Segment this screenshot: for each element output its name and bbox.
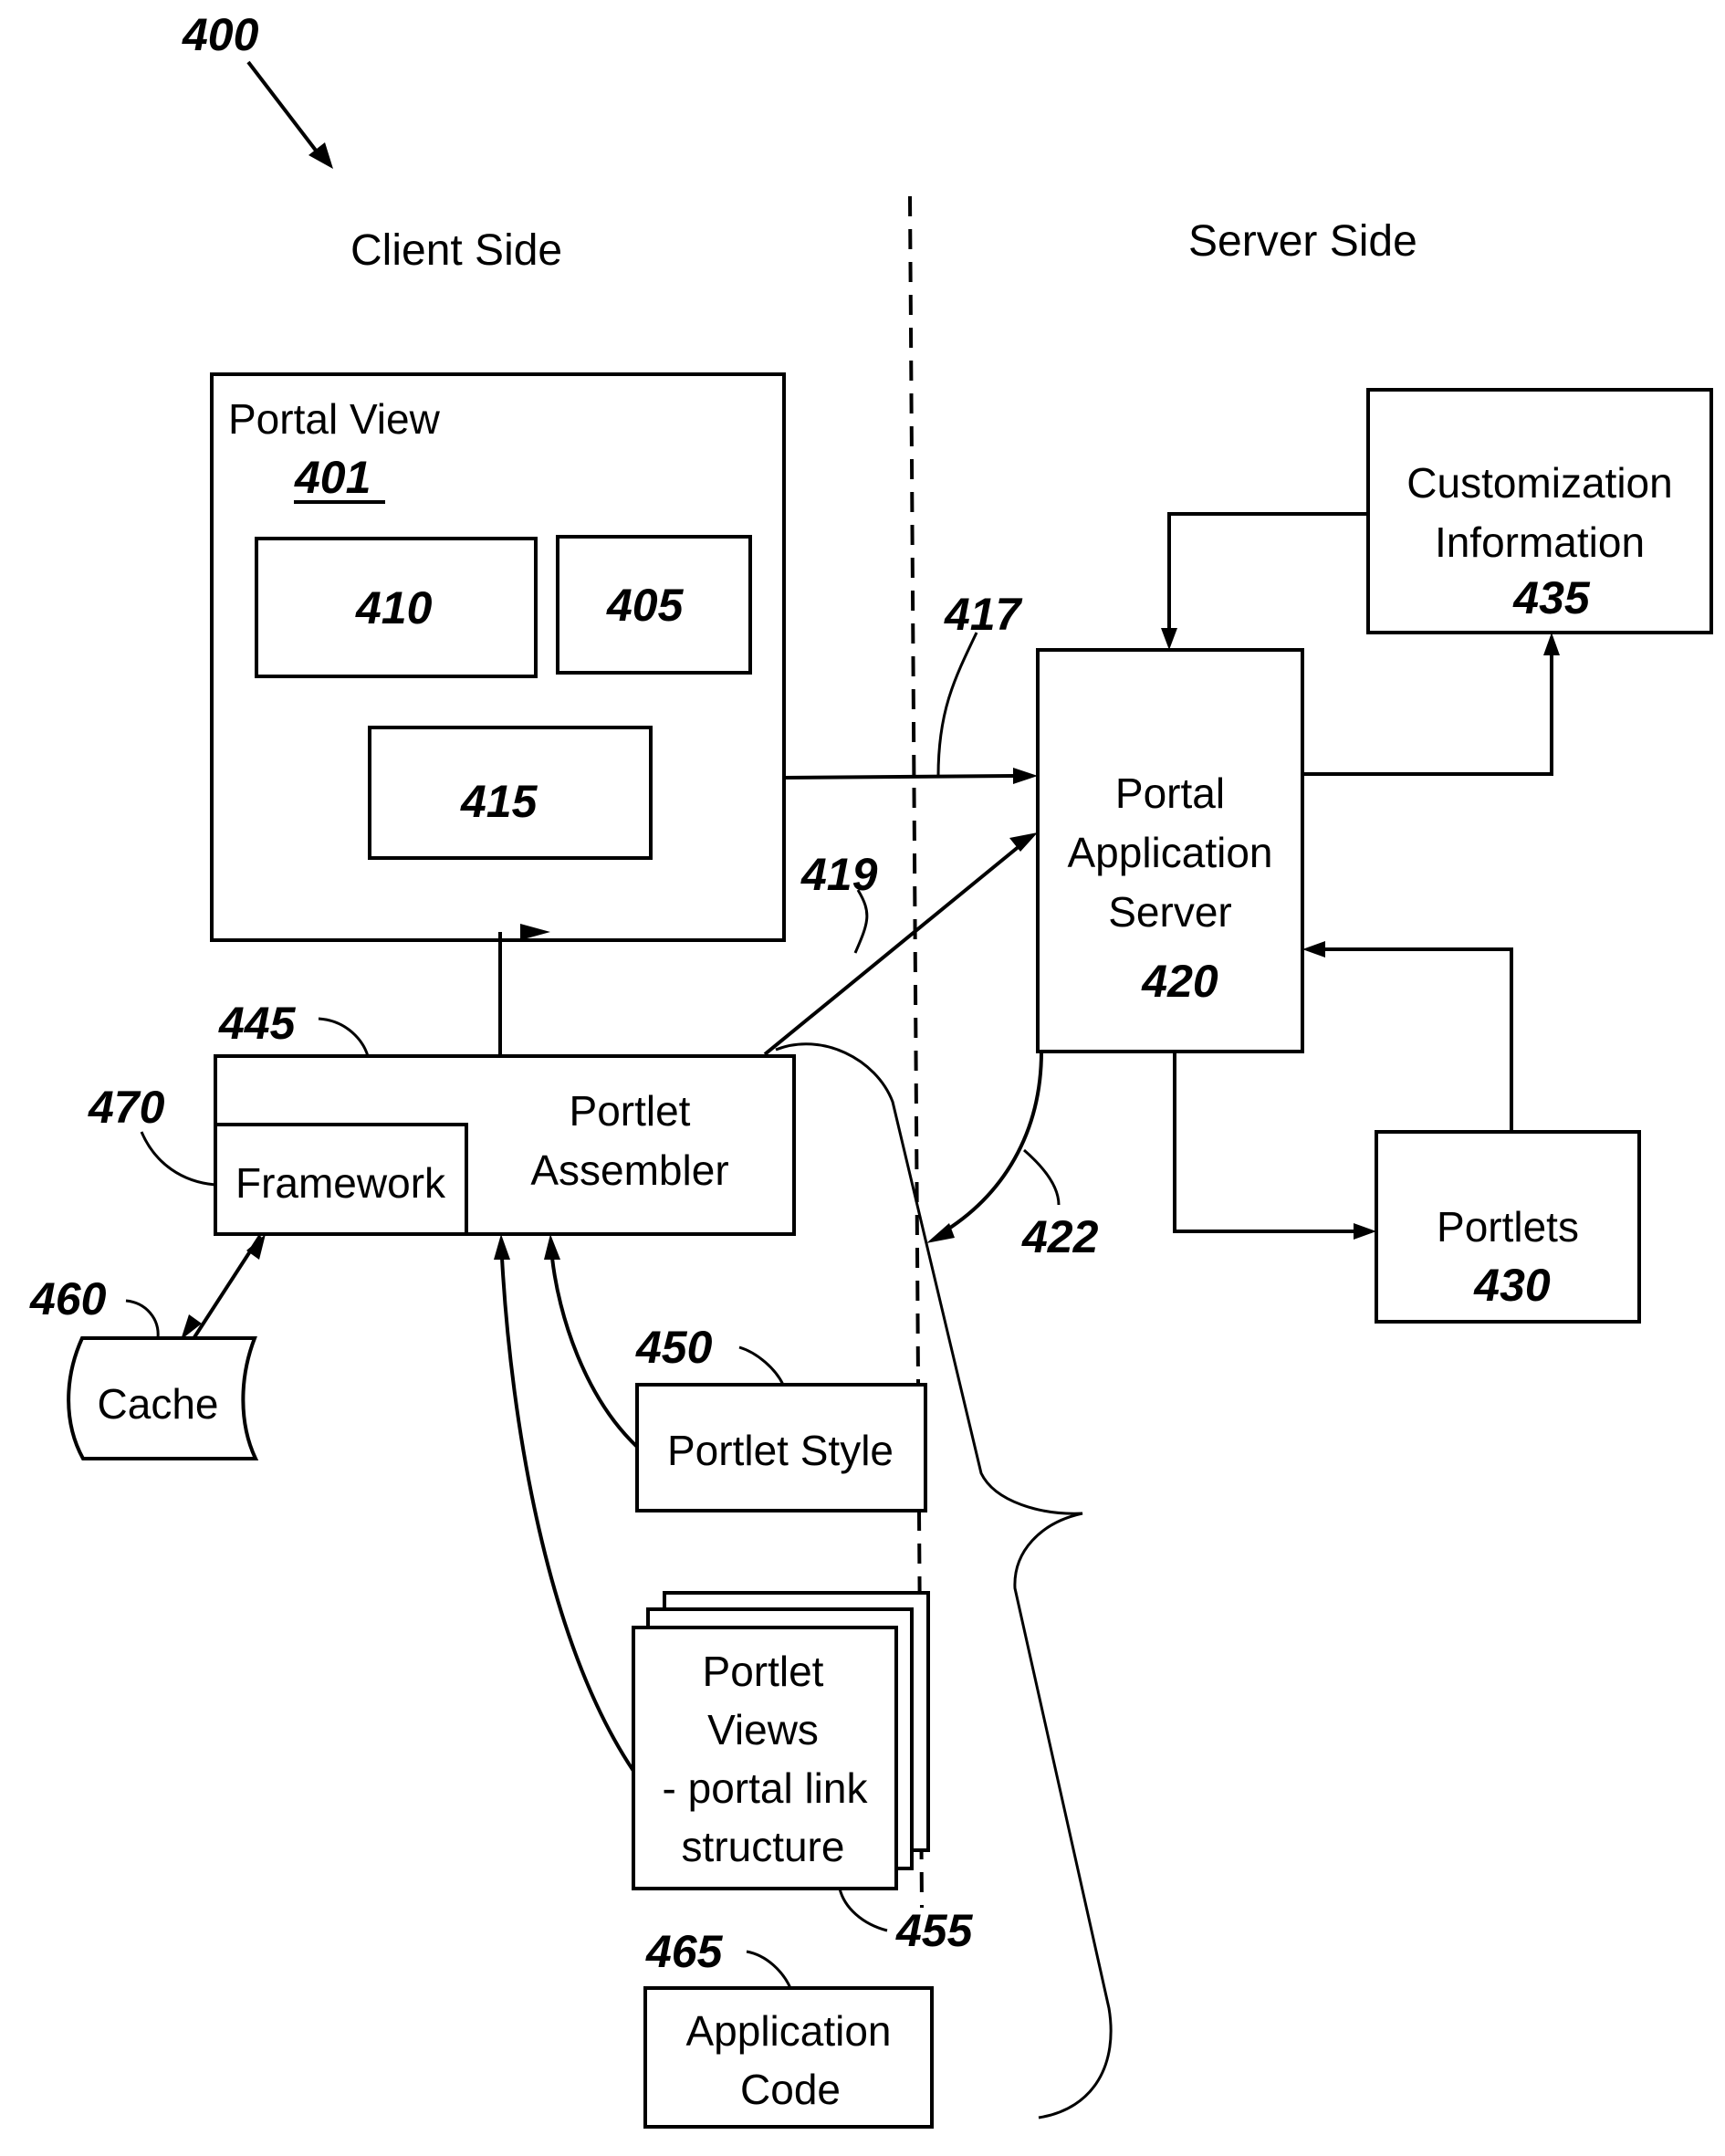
customization-line-1: Customization <box>1406 459 1672 507</box>
portlets-label: Portlets <box>1437 1203 1579 1251</box>
server-ref: 420 <box>1141 956 1218 1007</box>
cache-framework-bidirectional-arrow <box>181 1234 266 1340</box>
callout-470 <box>140 1131 216 1187</box>
portal-view-title: Portal View <box>228 395 441 443</box>
callout-465 <box>746 1950 792 1989</box>
portlet-style-box: Portlet Style <box>635 1383 927 1512</box>
callout-445 <box>318 1017 370 1057</box>
portlet-views-stack: Portlet Views - portal link structure <box>632 1591 930 1890</box>
ref-417: 417 <box>944 589 1023 640</box>
portlet-style-label: Portlet Style <box>667 1427 894 1474</box>
figure-ref-400: 400 <box>182 9 259 60</box>
portlet-views-ref: 455 <box>895 1905 974 1956</box>
request-arrow-419: 419 <box>763 832 1038 1056</box>
server-line-2: Application <box>1067 829 1272 876</box>
cache-label: Cache <box>98 1380 219 1428</box>
portlet-views-line-3: - portal link <box>663 1764 869 1812</box>
portal-view-ref: 401 <box>294 452 371 503</box>
customization-ref: 435 <box>1512 572 1591 623</box>
assembler-line-2: Assembler <box>530 1146 728 1194</box>
server-line-1: Portal <box>1115 769 1225 817</box>
callout-460 <box>125 1299 160 1339</box>
portlet-style-to-assembler-arrow <box>544 1234 639 1449</box>
callout-417 <box>936 632 978 777</box>
customization-to-server-arrow <box>1161 512 1368 650</box>
ref-422: 422 <box>1021 1211 1099 1262</box>
server-side-heading: Server Side <box>1188 217 1417 266</box>
figure-pointer-arrow <box>246 60 333 169</box>
server-line-3: Server <box>1108 888 1231 936</box>
portlet-views-line-1: Portlet <box>703 1648 824 1695</box>
portal-application-server-box: Portal Application Server 420 <box>1036 648 1304 1053</box>
framework-label: Framework <box>235 1159 446 1207</box>
request-arrow-417: 417 <box>783 589 1038 784</box>
portlet-style-ref: 450 <box>635 1322 713 1373</box>
callout-450 <box>738 1345 785 1386</box>
ref-419: 419 <box>800 849 878 900</box>
assembler-line-1: Portlet <box>570 1087 691 1135</box>
assembler-ref: 445 <box>218 998 297 1049</box>
portlet-views-line-4: structure <box>682 1823 845 1870</box>
response-arrow-422: 422 <box>926 1051 1099 1262</box>
portlets-to-server-arrow <box>1302 941 1513 1132</box>
client-side-heading: Client Side <box>350 226 562 275</box>
cache-ref: 460 <box>29 1273 107 1324</box>
portlet-window-415-ref: 415 <box>460 776 538 827</box>
portlet-window-410-ref: 410 <box>355 582 433 633</box>
customization-information-box: Customization Information 435 <box>1366 388 1713 634</box>
server-to-customization-arrow <box>1302 633 1560 776</box>
application-code-box: Application Code <box>643 1986 934 2129</box>
application-code-line-2: Code <box>740 2066 841 2113</box>
server-to-portlets-arrow <box>1173 1052 1376 1240</box>
portlet-views-line-2: Views <box>707 1706 819 1753</box>
client-components-brace <box>775 1042 1113 2119</box>
cache-store: Cache <box>67 1336 259 1460</box>
customization-line-2: Information <box>1435 518 1645 566</box>
assembler-to-portal-view-arrow <box>498 924 550 1056</box>
portlet-window-405-ref: 405 <box>606 580 685 631</box>
portlets-ref: 430 <box>1473 1260 1551 1311</box>
portlet-assembler-box: Portlet Assembler Framework <box>214 1054 796 1236</box>
portlets-box: Portlets 430 <box>1375 1130 1641 1324</box>
callout-422 <box>1023 1148 1061 1206</box>
application-code-line-1: Application <box>685 2007 891 2055</box>
framework-ref: 470 <box>88 1082 165 1133</box>
callout-455 <box>838 1888 888 1932</box>
portal-view-box: Portal View 401 410 405 415 <box>210 372 786 942</box>
portal-architecture-diagram: 400 Client Side Server Side Portal View … <box>29 9 1713 2129</box>
application-code-ref: 465 <box>645 1926 724 1977</box>
